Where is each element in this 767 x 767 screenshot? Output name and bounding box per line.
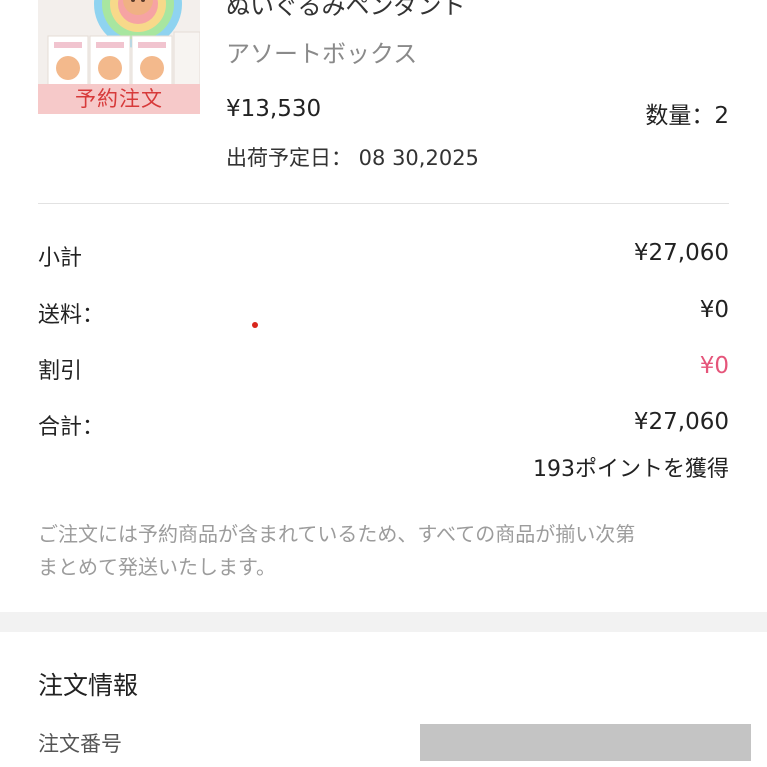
discount-label: 割引 — [38, 359, 83, 384]
order-number-label: 注文番号 — [38, 732, 122, 756]
divider — [38, 203, 729, 204]
points-earned: 193ポイントを獲得 — [533, 457, 729, 482]
product-name[interactable]: ぬいぐるみペンダント — [226, 0, 466, 21]
total-value: ¥27,060 — [633, 409, 729, 435]
discount-value: ¥0 — [699, 353, 729, 379]
notice-line-2: まとめて発送いたします。 — [38, 555, 276, 579]
preorder-badge: 予約注文 — [38, 84, 200, 114]
section-separator — [0, 612, 767, 632]
preorder-notice: ご注文には予約商品が含まれているため、すべての商品が揃い次第 まとめて発送いたし… — [38, 518, 738, 584]
notice-line-1: ご注文には予約商品が含まれているため、すべての商品が揃い次第 — [38, 522, 636, 546]
ship-date: 出荷予定日： 08 30,2025 — [226, 146, 479, 170]
order-number-redacted — [420, 724, 751, 761]
subtotal-value: ¥27,060 — [633, 240, 729, 266]
subtotal-label: 小計 — [38, 246, 83, 271]
quantity: 数量：2 — [645, 103, 729, 129]
shipping-value: ¥0 — [699, 297, 729, 323]
red-dot-marker — [252, 322, 258, 328]
unit-price: ¥13,530 — [226, 96, 322, 122]
shipping-label: 送料： — [38, 303, 105, 328]
total-label: 合計： — [38, 415, 105, 440]
product-variant: アソートボックス — [226, 40, 418, 68]
order-info-title: 注文情報 — [38, 671, 139, 700]
